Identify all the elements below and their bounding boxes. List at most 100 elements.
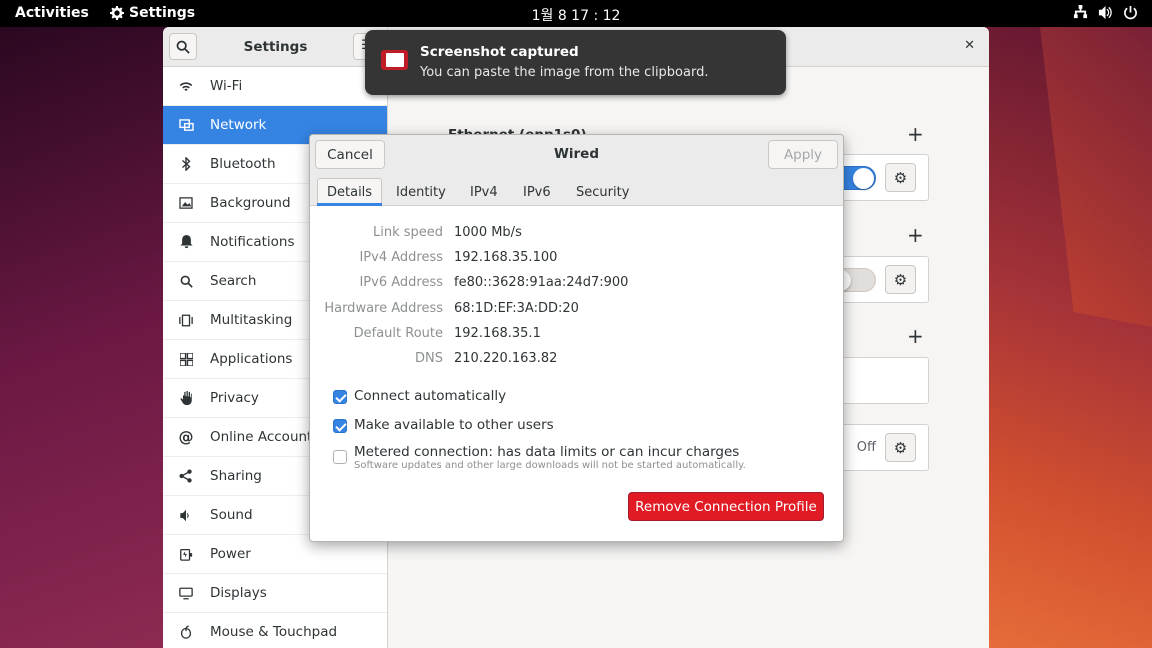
info-value: fe80::3628:91aa:24d7:900: [454, 275, 629, 290]
vpn-settings-button[interactable]: ⚙: [885, 265, 916, 294]
checkbox-hint: Software updates and other large downloa…: [354, 460, 746, 471]
window-title: Settings: [243, 39, 308, 55]
sidebar-item-displays[interactable]: Displays: [163, 574, 387, 613]
ipv6-address-row: IPv6 Address fe80::3628:91aa:24d7:900: [310, 275, 843, 295]
plus-icon: +: [907, 324, 924, 348]
add-vpn-button[interactable]: +: [907, 223, 924, 247]
tab-details[interactable]: Details: [317, 178, 383, 206]
close-window-button[interactable]: ✕: [964, 38, 975, 53]
sidebar-item-label: Sharing: [210, 468, 262, 484]
proxy-state: Off: [856, 440, 876, 455]
background-icon: [175, 195, 197, 211]
bluetooth-icon: [175, 156, 197, 172]
info-value: 210.220.163.82: [454, 351, 558, 366]
add-ethernet-button[interactable]: +: [907, 122, 924, 146]
search-button[interactable]: [169, 33, 197, 60]
ipv4-address-row: IPv4 Address 192.168.35.100: [310, 250, 843, 270]
remove-connection-button[interactable]: Remove Connection Profile: [628, 492, 824, 521]
dialog-header: Wired Cancel Apply: [310, 135, 843, 174]
search-icon: [175, 273, 197, 289]
cancel-button[interactable]: Cancel: [315, 140, 385, 169]
multitasking-icon: [175, 312, 197, 328]
speaker-icon: [175, 507, 197, 523]
sidebar-item-wifi[interactable]: Wi-Fi: [163, 67, 387, 106]
sidebar-item-mouse-touchpad[interactable]: Mouse & Touchpad: [163, 613, 387, 648]
ethernet-settings-button[interactable]: ⚙: [885, 163, 916, 192]
sidebar-item-label: Bluetooth: [210, 156, 276, 172]
clock[interactable]: 1월 8 17 : 12: [0, 5, 1152, 25]
link-speed-row: Link speed 1000 Mb/s: [310, 225, 843, 245]
info-label: DNS: [415, 351, 443, 366]
plus-icon: +: [907, 122, 924, 146]
available-to-all-option[interactable]: Make available to other users: [333, 417, 554, 433]
sidebar-item-label: Mouse & Touchpad: [210, 624, 338, 640]
top-bar: Activities Settings 1월 8 17 : 12: [0, 0, 1152, 27]
at-icon: @: [178, 428, 194, 446]
display-icon: [175, 585, 197, 601]
sidebar-item-label: Displays: [210, 585, 267, 601]
connect-automatically-checkbox[interactable]: [333, 390, 347, 404]
gear-icon: ⚙: [893, 168, 908, 187]
sidebar-item-label: Privacy: [210, 390, 259, 406]
notification-body: You can paste the image from the clipboa…: [420, 65, 709, 80]
tab-identity[interactable]: Identity: [387, 178, 455, 206]
connect-automatically-option[interactable]: Connect automatically: [333, 388, 506, 404]
power-icon: [1124, 5, 1137, 20]
info-value: 192.168.35.1: [454, 326, 541, 341]
notification-title: Screenshot captured: [420, 44, 579, 60]
add-button[interactable]: +: [907, 324, 924, 348]
tab-security[interactable]: Security: [567, 178, 638, 206]
proxy-settings-button[interactable]: ⚙: [885, 433, 916, 462]
screenshot-notification[interactable]: Screenshot captured You can paste the im…: [365, 30, 786, 95]
share-icon: [175, 468, 197, 484]
info-value: 192.168.35.100: [454, 250, 558, 265]
sidebar-item-label: Notifications: [210, 234, 295, 250]
sidebar-item-label: Search: [210, 273, 257, 289]
checkbox-label: Make available to other users: [354, 417, 554, 433]
gear-icon: ⚙: [893, 270, 908, 289]
sidebar-item-label: Power: [210, 546, 251, 562]
plus-icon: +: [907, 223, 924, 247]
sidebar-item-label: Applications: [210, 351, 293, 367]
hardware-address-row: Hardware Address 68:1D:EF:3A:DD:20: [310, 301, 843, 321]
network-icon: [175, 117, 197, 133]
mouse-icon: [175, 624, 197, 640]
info-label: Link speed: [372, 225, 443, 240]
sidebar-item-label: Sound: [210, 507, 253, 523]
apply-button[interactable]: Apply: [768, 140, 838, 169]
dialog-title: Wired: [554, 146, 599, 162]
info-value: 1000 Mb/s: [454, 225, 522, 240]
sidebar-item-label: Background: [210, 195, 291, 211]
sidebar-item-label: Wi-Fi: [210, 78, 243, 94]
hand-icon: [175, 390, 197, 406]
system-tray[interactable]: [1073, 5, 1138, 20]
available-to-all-checkbox[interactable]: [333, 419, 347, 433]
volume-icon: [1098, 5, 1112, 20]
info-label: IPv4 Address: [359, 250, 443, 265]
screenshot-icon: [381, 50, 408, 70]
wired-dialog: Wired Cancel Apply Details Identity IPv4…: [309, 134, 844, 542]
search-icon: [176, 40, 190, 54]
wallpaper-left: [0, 27, 170, 648]
info-value: 68:1D:EF:3A:DD:20: [454, 301, 579, 316]
dns-row: DNS 210.220.163.82: [310, 351, 843, 371]
sidebar-item-label: Online Accounts: [210, 429, 320, 445]
sidebar-item-label: Network: [210, 117, 267, 133]
network-wired-icon: [1073, 5, 1088, 19]
dialog-tabs: Details Identity IPv4 IPv6 Security: [310, 174, 843, 206]
power-plug-icon: [175, 546, 197, 562]
info-label: IPv6 Address: [359, 275, 443, 290]
tab-ipv4[interactable]: IPv4: [461, 178, 507, 206]
info-label: Default Route: [353, 326, 443, 341]
info-label: Hardware Address: [324, 301, 443, 316]
gear-icon: ⚙: [893, 438, 908, 457]
checkbox-label: Connect automatically: [354, 388, 507, 404]
tab-ipv6[interactable]: IPv6: [514, 178, 560, 206]
wifi-icon: [175, 78, 197, 94]
metered-connection-checkbox[interactable]: [333, 450, 347, 464]
default-route-row: Default Route 192.168.35.1: [310, 326, 843, 346]
metered-connection-option[interactable]: Metered connection: has data limits or c…: [333, 444, 746, 471]
sidebar-item-label: Multitasking: [210, 312, 293, 328]
sidebar-header: Settings ☰: [163, 27, 388, 67]
applications-icon: [175, 351, 197, 367]
